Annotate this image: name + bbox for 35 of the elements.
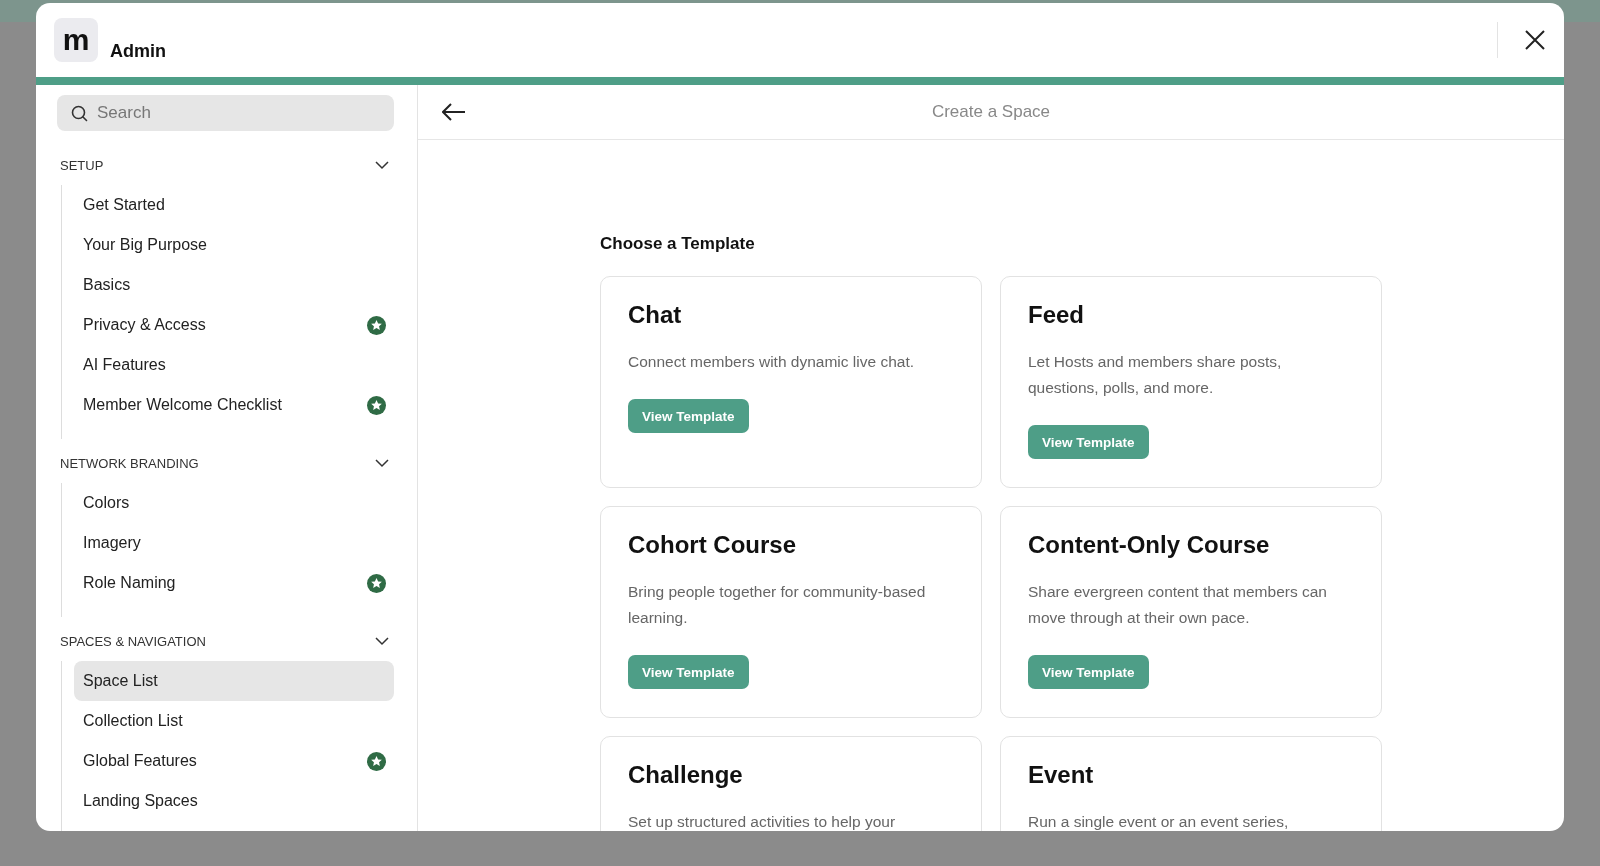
logo: m [54,18,98,62]
sidebar-item[interactable]: Space List [74,661,394,701]
card-description: Share evergreen content that members can move through at their own pace. [1028,582,1328,628]
section-heading: Choose a Template [600,234,756,254]
page-title: Create a Space [931,102,1051,121]
card-description: Bring people together for community-based learning. [628,582,927,628]
card-title: Chat [628,301,683,329]
card-title: Challenge [628,761,744,789]
card-title: Feed [1028,301,1085,329]
sidebar-item[interactable]: Your Big Purpose [74,225,394,265]
section-heading: SETUP [60,157,104,173]
section-heading: SPACES & NAVIGATION [60,633,206,649]
card-description: Connect members with dynamic live chat. [628,352,915,372]
sidebar-item[interactable]: Basics [74,265,394,305]
sidebar-item[interactable]: Colors [74,483,394,523]
sidebar-item[interactable]: AI Features [74,345,394,385]
search-field[interactable]: Search [57,95,394,131]
header-title: Admin [110,40,166,62]
back-arrow-icon[interactable] [442,103,466,121]
sidebar-item[interactable]: Imagery [74,523,394,563]
card-description: Set up structured activities to help your [628,812,897,831]
close-icon[interactable] [1524,29,1546,51]
card-description: Let Hosts and members share posts, questions, polls, and more. [1028,352,1283,398]
sidebar-item[interactable]: Global Features [74,741,394,781]
sidebar-item[interactable]: Privacy & Access [74,305,394,345]
card-title: Content-Only Course [1028,531,1271,559]
card-title: Event [1028,761,1095,789]
sidebar-item[interactable]: Collection List [74,701,394,741]
sidebar-item[interactable]: Member Welcome Checklist [74,385,394,425]
sidebar-item[interactable]: Role Naming [74,563,394,603]
card-description: Run a single event or an event series, [1028,812,1290,831]
sidebar-item[interactable]: Landing Spaces [74,781,394,821]
card-title: Cohort Course [628,531,797,559]
section-heading: NETWORK BRANDING [60,455,199,471]
sidebar-item[interactable]: Get Started [74,185,394,225]
